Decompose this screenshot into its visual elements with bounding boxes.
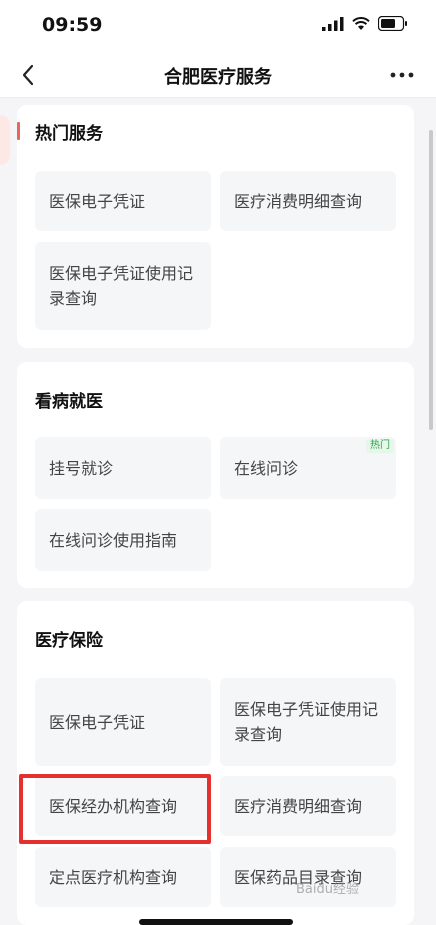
scrollbar[interactable] <box>429 130 433 430</box>
visit-card: 看病就医 挂号就诊 在线问诊 热门 在线问诊使用指南 <box>17 362 414 588</box>
more-icon <box>390 72 414 78</box>
section-title: 热门服务 <box>35 124 103 144</box>
section-title: 看病就医 <box>35 392 103 412</box>
home-indicator[interactable] <box>139 919 293 925</box>
service-tile-online-consult[interactable]: 在线问诊 热门 <box>220 437 396 499</box>
battery-icon <box>378 16 407 31</box>
service-tile[interactable]: 医疗消费明细查询 <box>220 776 396 836</box>
signal-icon <box>322 16 344 31</box>
section-title: 医疗保险 <box>35 631 103 651</box>
service-tile[interactable]: 医疗消费明细查询 <box>220 171 396 231</box>
nav-bar: 合肥医疗服务 <box>0 52 436 98</box>
service-tile[interactable]: 医保电子凭证使用记录查询 <box>35 242 211 330</box>
status-icons <box>322 16 408 31</box>
insurance-card: 医疗保险 医保电子凭证 医保电子凭证使用记录查询 医保经办机构查询 医疗消费明细… <box>17 601 414 925</box>
page-title: 合肥医疗服务 <box>164 67 272 88</box>
service-tile[interactable]: 医保药品目录查询 <box>220 847 396 907</box>
service-tile[interactable]: 挂号就诊 <box>35 437 211 499</box>
service-label: 在线问诊 <box>234 458 299 478</box>
service-tile[interactable]: 医保经办机构查询 <box>35 776 211 836</box>
wifi-icon <box>352 16 370 30</box>
hot-services-card: 热门服务 医保电子凭证 医疗消费明细查询 医保电子凭证使用记录查询 <box>17 105 414 348</box>
service-tile[interactable]: 医保电子凭证 <box>35 678 211 766</box>
section-accent-bar <box>17 122 20 140</box>
decorative-shape <box>0 115 10 165</box>
service-tile[interactable]: 医保电子凭证 <box>35 171 211 231</box>
status-bar: 09:59 <box>0 0 436 52</box>
service-tile[interactable]: 定点医疗机构查询 <box>35 847 211 907</box>
status-time: 09:59 <box>42 14 103 36</box>
service-tile[interactable]: 在线问诊使用指南 <box>35 509 211 571</box>
more-button[interactable] <box>388 64 416 86</box>
watermark-logo: Baidu经验 <box>296 882 359 897</box>
service-tile[interactable]: 医保电子凭证使用记录查询 <box>220 678 396 766</box>
hot-badge: 热门 <box>366 439 394 453</box>
